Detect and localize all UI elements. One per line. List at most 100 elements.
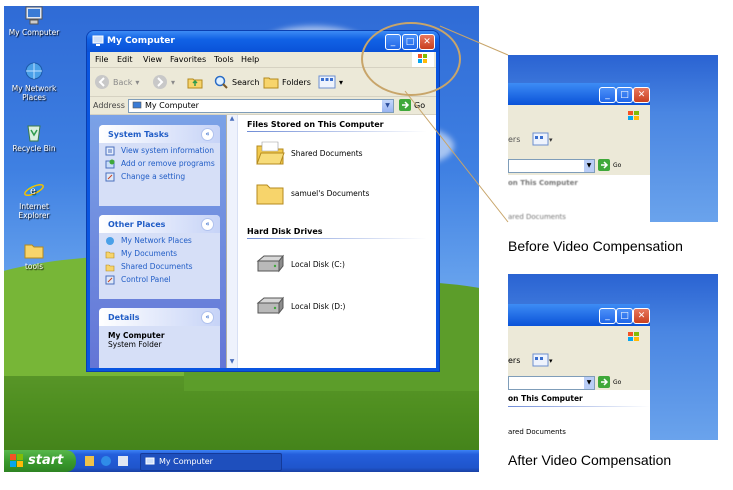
- documents-icon: [105, 251, 115, 259]
- start-button[interactable]: start: [4, 450, 76, 472]
- zoom-close-icon: ✕: [633, 87, 650, 103]
- item-label: Shared Documents: [291, 148, 363, 158]
- chevron-down-icon: ▾: [171, 77, 176, 87]
- zoom-item-fragment: ared Documents: [508, 428, 566, 436]
- folder-item-user-documents[interactable]: samuel's Documents: [255, 178, 369, 208]
- system-info-icon: [105, 146, 115, 156]
- drive-item-d[interactable]: Local Disk (D:): [255, 291, 345, 321]
- address-bar: Address My Computer ▼ Go: [90, 97, 436, 115]
- menu-view[interactable]: View: [143, 55, 162, 64]
- views-icon: ▾: [532, 132, 553, 146]
- chevron-down-icon: ▾: [135, 77, 140, 87]
- scroll-up-button[interactable]: ▲: [227, 115, 237, 125]
- caption-before: Before Video Compensation: [508, 238, 683, 254]
- zoom-item-fragment: ared Documents: [508, 213, 566, 221]
- menu-edit[interactable]: Edit: [117, 55, 133, 64]
- zoom-header-fragment: on This Computer: [508, 179, 578, 187]
- control-panel-icon: [105, 275, 115, 285]
- zoom-address-input: ▼: [508, 376, 595, 390]
- drive-item-c[interactable]: Local Disk (C:): [255, 249, 345, 279]
- task-add-remove-programs[interactable]: Add or remove programs: [99, 159, 220, 169]
- place-control-panel[interactable]: Control Panel: [99, 275, 220, 285]
- collapse-chevron-icon[interactable]: «: [201, 311, 214, 324]
- forward-button[interactable]: ▾: [152, 73, 175, 91]
- zoom-content: on This Computer ared Documents: [508, 175, 650, 222]
- item-label: samuel's Documents: [291, 188, 370, 198]
- panel-header[interactable]: Other Places «: [99, 215, 220, 233]
- group-header-drives: Hard Disk Drives: [247, 227, 323, 236]
- back-label: Back: [113, 77, 133, 87]
- quick-launch-icons[interactable]: [84, 454, 134, 468]
- desktop-icon-internet-explorer[interactable]: e Internet Explorer: [6, 180, 62, 220]
- computer-icon: [132, 101, 142, 109]
- menu-tools[interactable]: Tools: [214, 55, 234, 64]
- vertical-scrollbar[interactable]: ▲ ▼: [227, 115, 238, 368]
- computer-icon: [92, 35, 104, 46]
- svg-text:e: e: [30, 186, 36, 197]
- up-folder-button[interactable]: [187, 73, 203, 91]
- place-my-documents[interactable]: My Documents: [99, 249, 220, 259]
- folder-icon: [256, 184, 284, 205]
- menu-favorites[interactable]: Favorites: [170, 55, 206, 64]
- place-shared-documents[interactable]: Shared Documents: [99, 262, 220, 272]
- svg-text:▾: ▾: [549, 357, 553, 365]
- address-value: My Computer: [145, 101, 199, 110]
- task-label: Add or remove programs: [121, 159, 215, 168]
- place-my-network-places[interactable]: My Network Places: [99, 236, 220, 245]
- folders-button[interactable]: Folders: [263, 73, 311, 91]
- search-button[interactable]: Search: [213, 73, 259, 91]
- zoom-close-icon: ✕: [633, 308, 650, 324]
- start-label: start: [28, 453, 64, 468]
- address-dropdown-button[interactable]: ▼: [382, 100, 393, 112]
- desktop-icon-my-computer[interactable]: My Computer: [6, 6, 62, 37]
- search-label: Search: [232, 77, 260, 87]
- back-arrow-icon: [95, 75, 109, 89]
- windows-logo-icon: [10, 454, 23, 467]
- views-icon: ▾: [532, 353, 553, 367]
- group-divider: [247, 131, 427, 132]
- windows-flag-icon: [628, 111, 639, 120]
- go-arrow-icon: [598, 159, 610, 171]
- folder-icon: [105, 264, 115, 272]
- panel-header[interactable]: System Tasks «: [99, 125, 220, 143]
- zoom-panel-before: _ □ ✕ ers ▾ ▼ Go on This Computer ared D…: [508, 55, 718, 222]
- address-input[interactable]: My Computer ▼: [128, 99, 394, 113]
- panel-header[interactable]: Details «: [99, 308, 220, 326]
- up-folder-icon: [187, 78, 203, 89]
- collapse-chevron-icon[interactable]: «: [201, 218, 214, 231]
- content-pane: ▲ ▼ Files Stored on This Computer Shared…: [226, 115, 436, 368]
- go-label: Go: [414, 100, 426, 110]
- desktop-icon-label: My Network Places: [11, 84, 57, 102]
- zoom-content: on This Computer ared Documents: [508, 390, 650, 440]
- menu-file[interactable]: File: [95, 55, 108, 64]
- task-change-setting[interactable]: Change a setting: [99, 172, 220, 182]
- taskbar: start My Computer: [4, 450, 479, 472]
- scroll-down-button[interactable]: ▼: [227, 358, 237, 368]
- taskbar-item-my-computer[interactable]: My Computer: [140, 453, 282, 471]
- computer-icon: [145, 457, 155, 465]
- zoom-window: _ □ ✕ ers ▾ ▼ Go on This Computer ared D…: [508, 304, 650, 440]
- details-type: System Folder: [108, 340, 162, 349]
- zoom-minimize-icon: _: [599, 308, 616, 324]
- desktop-icon-my-network-places[interactable]: My Network Places: [6, 62, 62, 102]
- hard-disk-icon: [256, 296, 285, 315]
- go-button[interactable]: Go: [399, 99, 425, 111]
- zoom-maximize-icon: □: [616, 87, 633, 103]
- details-name: My Computer: [108, 331, 165, 340]
- panel-details: Details « My Computer System Folder: [99, 308, 220, 368]
- caption-after: After Video Compensation: [508, 452, 672, 468]
- menu-help[interactable]: Help: [241, 55, 259, 64]
- back-button[interactable]: Back ▾: [94, 73, 139, 91]
- collapse-chevron-icon[interactable]: «: [201, 128, 214, 141]
- desktop-icon-recycle-bin[interactable]: Recycle Bin: [6, 122, 62, 153]
- views-button[interactable]: ▾: [318, 73, 343, 91]
- folder-icon: [24, 244, 44, 259]
- hard-disk-icon: [256, 254, 285, 273]
- windows-flag-icon: [628, 332, 639, 341]
- go-arrow-icon: [399, 99, 411, 111]
- desktop-icon-tools[interactable]: tools: [6, 240, 62, 271]
- folder-item-shared-documents[interactable]: Shared Documents: [255, 138, 363, 168]
- add-remove-icon: [105, 159, 115, 169]
- task-view-system-information[interactable]: View system information: [99, 146, 220, 156]
- zoom-address-input: ▼: [508, 159, 595, 173]
